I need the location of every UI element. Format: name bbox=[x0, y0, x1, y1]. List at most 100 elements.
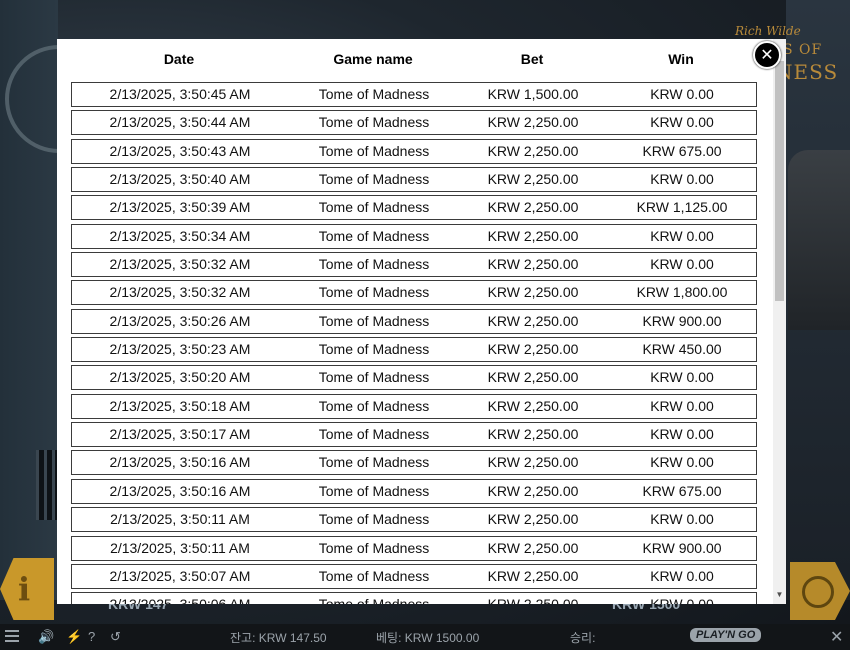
background-character bbox=[788, 150, 850, 330]
history-icon[interactable]: ↺ bbox=[110, 629, 121, 645]
cell-game-name: Tome of Madness bbox=[318, 227, 430, 244]
cell-date: 2/13/2025, 3:50:17 AM bbox=[109, 426, 251, 443]
scrollbar[interactable]: ▼ bbox=[773, 39, 786, 604]
cell-win: KRW 675.00 bbox=[642, 142, 722, 159]
cell-bet: KRW 2,250.00 bbox=[487, 397, 579, 414]
table-row[interactable]: 2/13/2025, 3:50:34 AM Tome of Madness KRW … bbox=[71, 223, 757, 249]
bet-display: 베팅: KRW 1500.00 bbox=[376, 631, 480, 645]
table-row[interactable]: 2/13/2025, 3:50:18 AM Tome of Madness KRW … bbox=[71, 393, 757, 419]
cell-game-name: Tome of Madness bbox=[318, 511, 430, 528]
table-row[interactable]: 2/13/2025, 3:50:16 AM Tome of Madness KRW … bbox=[71, 450, 757, 476]
table-row[interactable]: 2/13/2025, 3:50:40 AM Tome of Madness KRW … bbox=[71, 167, 757, 193]
cell-date: 2/13/2025, 3:50:45 AM bbox=[109, 86, 251, 102]
question-icon[interactable]: ? bbox=[88, 629, 95, 644]
cell-bet: KRW 2,250.00 bbox=[487, 567, 579, 584]
speaker-icon[interactable]: 🔊 bbox=[38, 629, 54, 645]
cell-date: 2/13/2025, 3:50:11 AM bbox=[110, 511, 250, 528]
cell-date: 2/13/2025, 3:50:11 AM bbox=[110, 539, 250, 556]
cell-game-name: Tome of Madness bbox=[288, 596, 460, 604]
cell-win: KRW 0.00 bbox=[650, 171, 714, 188]
game-history-modal: Date Game name Bet Win 2/13/2025, 3:50:4… bbox=[57, 39, 786, 604]
cell-game-name: Tome of Madness bbox=[318, 284, 430, 301]
lightning-icon[interactable]: ⚡ bbox=[66, 629, 82, 645]
cell-game-name: Tome of Madness bbox=[318, 256, 430, 273]
table-row[interactable]: 2/13/2025, 3:50:26 AM Tome of Madness KRW … bbox=[71, 308, 757, 334]
cell-date: 2/13/2025, 3:50:39 AM bbox=[109, 199, 251, 216]
cell-win: KRW 0.00 bbox=[650, 397, 714, 414]
cell-date: 2/13/2025, 3:50:18 AM bbox=[109, 397, 251, 414]
cell-win: KRW 900.00 bbox=[642, 539, 722, 556]
table-row[interactable]: 2/13/2025, 3:50:16 AM Tome of Madness KRW … bbox=[71, 478, 757, 504]
cell-game-name: Tome of Madness bbox=[318, 567, 430, 584]
close-game-icon[interactable]: ✕ bbox=[830, 627, 843, 647]
game-logo-line2: S OF bbox=[783, 42, 823, 58]
table-row[interactable]: 2/13/2025, 3:50:32 AM Tome of Madness KRW … bbox=[71, 252, 757, 278]
bottom-status-bar: 🔊 ⚡ ? ↺ 잔고: KRW 147.50 베팅: KRW 1500.00 승… bbox=[0, 624, 850, 650]
cell-win: KRW 450.00 bbox=[642, 341, 722, 358]
cell-date: 2/13/2025, 3:50:43 AM bbox=[109, 142, 251, 159]
cell-game-name: Tome of Madness bbox=[318, 114, 430, 131]
cell-win: KRW 0.00 bbox=[650, 114, 714, 131]
table-row[interactable]: 2/13/2025, 3:50:20 AM Tome of Madness KRW … bbox=[71, 365, 757, 391]
cell-date: 2/13/2025, 3:50:06 AM bbox=[72, 596, 288, 604]
table-row[interactable]: 2/13/2025, 3:50:11 AM Tome of Madness KRW … bbox=[71, 507, 757, 533]
cell-date: 2/13/2025, 3:50:32 AM bbox=[109, 284, 251, 301]
scrollbar-thumb[interactable] bbox=[775, 61, 784, 301]
cell-date: 2/13/2025, 3:50:34 AM bbox=[109, 227, 251, 244]
table-row[interactable]: 2/13/2025, 3:50:06 AMTome of Madness KRW … bbox=[71, 592, 757, 604]
cell-bet: KRW 2,250.00 bbox=[487, 511, 579, 528]
close-icon[interactable]: ✕ bbox=[753, 41, 781, 69]
cell-bet: KRW 2,250.00 bbox=[487, 426, 579, 443]
cell-win: KRW 0.00 bbox=[650, 567, 714, 584]
cell-win: KRW 675.00 bbox=[642, 482, 722, 499]
cell-date: 2/13/2025, 3:50:07 AM bbox=[109, 567, 251, 584]
history-list[interactable]: 2/13/2025, 3:50:45 AM Tome of Madness KRW … bbox=[71, 82, 757, 604]
game-logo-line1: Rich Wilde bbox=[735, 24, 801, 38]
table-row[interactable]: 2/13/2025, 3:50:23 AM Tome of Madness KRW … bbox=[71, 337, 757, 363]
cell-win: KRW 0.00 bbox=[650, 511, 714, 528]
cell-game-name: Tome of Madness bbox=[318, 539, 430, 556]
cell-win: KRW 0.00 bbox=[606, 596, 757, 604]
cell-bet: KRW 1,500.00 bbox=[487, 86, 579, 102]
table-row[interactable]: 2/13/2025, 3:50:07 AM Tome of Madness KRW … bbox=[71, 563, 757, 589]
cell-win: KRW 0.00 bbox=[650, 227, 714, 244]
cell-bet: KRW 2,250.00 bbox=[487, 369, 579, 386]
cell-win: KRW 0.00 bbox=[650, 256, 714, 273]
table-header: Date Game name Bet Win bbox=[71, 51, 757, 73]
cell-date: 2/13/2025, 3:50:16 AM bbox=[109, 454, 251, 471]
table-row[interactable]: 2/13/2025, 3:50:11 AM Tome of Madness KRW … bbox=[71, 535, 757, 561]
scroll-down-arrow-icon[interactable]: ▼ bbox=[775, 589, 784, 601]
cell-win: KRW 1,125.00 bbox=[636, 199, 728, 216]
table-row[interactable]: 2/13/2025, 3:50:39 AM Tome of Madness KRW … bbox=[71, 195, 757, 221]
header-game-name: Game name bbox=[333, 51, 413, 67]
win-display: 승리: bbox=[570, 631, 596, 645]
info-icon: i bbox=[18, 570, 31, 608]
menu-icon[interactable] bbox=[5, 630, 19, 642]
table-row[interactable]: 2/13/2025, 3:50:45 AM Tome of Madness KRW … bbox=[71, 82, 757, 107]
cell-date: 2/13/2025, 3:50:26 AM bbox=[109, 312, 251, 329]
cell-game-name: Tome of Madness bbox=[318, 312, 430, 329]
spin-icon bbox=[802, 576, 834, 608]
cell-bet: KRW 2,250.00 bbox=[487, 482, 579, 499]
table-row[interactable]: 2/13/2025, 3:50:32 AM Tome of Madness KRW … bbox=[71, 280, 757, 306]
cell-game-name: Tome of Madness bbox=[318, 369, 430, 386]
table-row[interactable]: 2/13/2025, 3:50:43 AM Tome of Madness KRW … bbox=[71, 138, 757, 164]
cell-win: KRW 0.00 bbox=[650, 454, 714, 471]
cell-bet: KRW 2,250.00 bbox=[487, 171, 579, 188]
table-row[interactable]: 2/13/2025, 3:50:17 AM Tome of Madness KRW … bbox=[71, 422, 757, 448]
cell-bet: KRW 2,250.00 bbox=[487, 312, 579, 329]
cell-bet: KRW 2,250.00 bbox=[487, 539, 579, 556]
header-date: Date bbox=[163, 51, 195, 67]
cell-date: 2/13/2025, 3:50:16 AM bbox=[109, 482, 251, 499]
cell-date: 2/13/2025, 3:50:23 AM bbox=[109, 341, 251, 358]
cell-game-name: Tome of Madness bbox=[318, 454, 430, 471]
cell-bet: KRW 2,250.00 bbox=[487, 142, 579, 159]
cell-win: KRW 0.00 bbox=[650, 369, 714, 386]
cell-win: KRW 900.00 bbox=[642, 312, 722, 329]
cell-game-name: Tome of Madness bbox=[318, 142, 430, 159]
cell-bet: KRW 2,250.00 bbox=[487, 341, 579, 358]
cell-win: KRW 0.00 bbox=[650, 86, 714, 102]
table-row[interactable]: 2/13/2025, 3:50:44 AM Tome of Madness KRW … bbox=[71, 110, 757, 136]
cell-win: KRW 0.00 bbox=[650, 426, 714, 443]
header-bet: Bet bbox=[520, 51, 544, 67]
